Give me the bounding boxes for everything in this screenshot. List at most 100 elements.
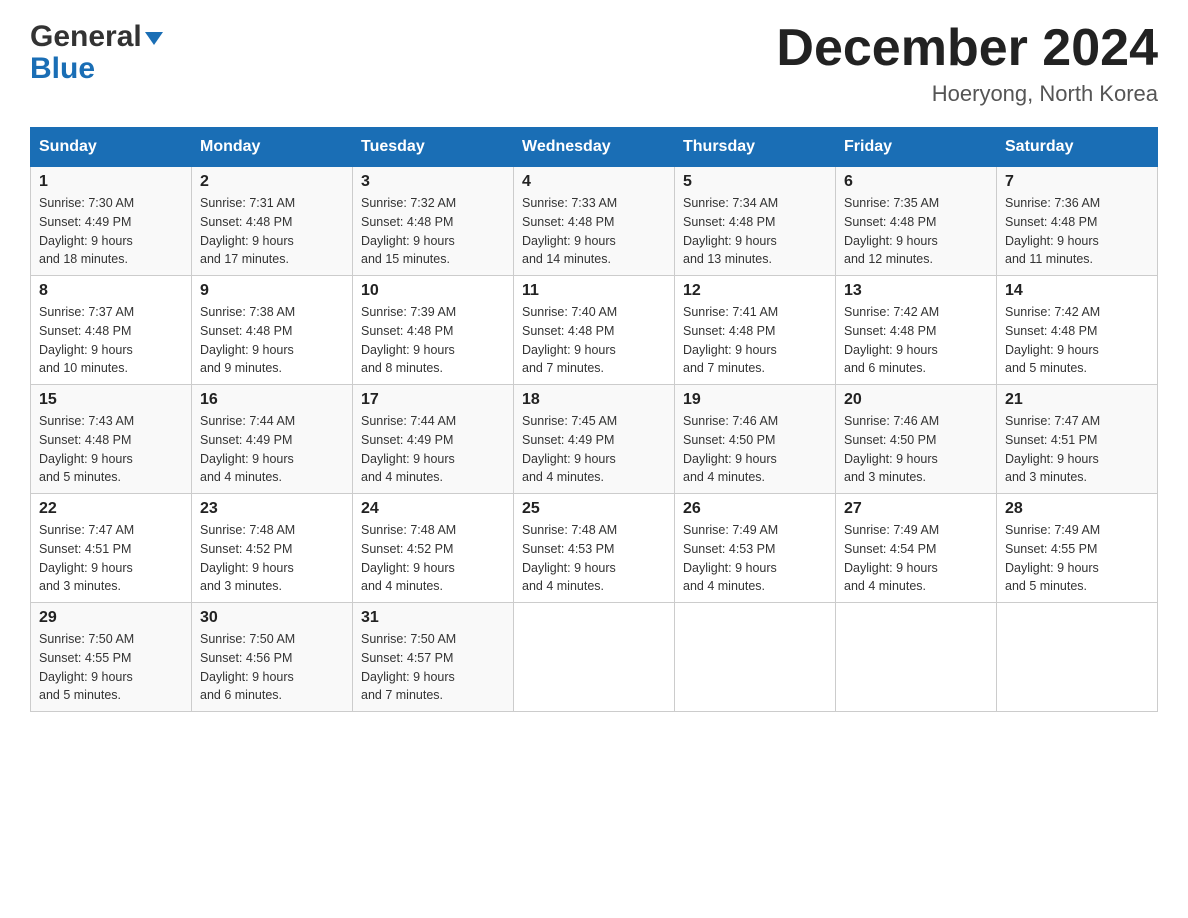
day-sun-info: Sunrise: 7:50 AMSunset: 4:56 PMDaylight:… [200, 630, 344, 705]
day-number: 29 [39, 609, 183, 627]
day-number: 20 [844, 391, 988, 409]
calendar-day-cell: 29 Sunrise: 7:50 AMSunset: 4:55 PMDayligh… [31, 603, 192, 712]
day-sun-info: Sunrise: 7:37 AMSunset: 4:48 PMDaylight:… [39, 303, 183, 378]
calendar-day-cell: 25 Sunrise: 7:48 AMSunset: 4:53 PMDayligh… [514, 494, 675, 603]
day-number: 18 [522, 391, 666, 409]
calendar-day-cell: 19 Sunrise: 7:46 AMSunset: 4:50 PMDayligh… [675, 385, 836, 494]
day-sun-info: Sunrise: 7:49 AMSunset: 4:55 PMDaylight:… [1005, 521, 1149, 596]
day-number: 26 [683, 500, 827, 518]
day-number: 30 [200, 609, 344, 627]
calendar-day-cell: 1Sunrise: 7:30 AMSunset: 4:49 PMDaylight… [31, 167, 192, 276]
calendar-day-cell: 21 Sunrise: 7:47 AMSunset: 4:51 PMDayligh… [997, 385, 1158, 494]
month-title: December 2024 [776, 20, 1158, 77]
calendar-day-cell: 16 Sunrise: 7:44 AMSunset: 4:49 PMDayligh… [192, 385, 353, 494]
calendar-day-cell: 11Sunrise: 7:40 AMSunset: 4:48 PMDayligh… [514, 276, 675, 385]
location-subtitle: Hoeryong, North Korea [776, 81, 1158, 107]
day-number: 21 [1005, 391, 1149, 409]
day-sun-info: Sunrise: 7:50 AMSunset: 4:55 PMDaylight:… [39, 630, 183, 705]
calendar-table: SundayMondayTuesdayWednesdayThursdayFrid… [30, 127, 1158, 712]
day-sun-info: Sunrise: 7:45 AMSunset: 4:49 PMDaylight:… [522, 412, 666, 487]
day-sun-info: Sunrise: 7:35 AMSunset: 4:48 PMDaylight:… [844, 194, 988, 269]
day-number: 12 [683, 282, 827, 300]
day-sun-info: Sunrise: 7:36 AMSunset: 4:48 PMDaylight:… [1005, 194, 1149, 269]
day-number: 17 [361, 391, 505, 409]
day-number: 14 [1005, 282, 1149, 300]
calendar-week-row: 1Sunrise: 7:30 AMSunset: 4:49 PMDaylight… [31, 167, 1158, 276]
calendar-day-cell: 27 Sunrise: 7:49 AMSunset: 4:54 PMDayligh… [836, 494, 997, 603]
day-number: 5 [683, 173, 827, 191]
title-block: December 2024 Hoeryong, North Korea [776, 20, 1158, 107]
day-number: 19 [683, 391, 827, 409]
logo: General Blue [30, 20, 163, 84]
day-number: 25 [522, 500, 666, 518]
calendar-day-cell: 6 Sunrise: 7:35 AMSunset: 4:48 PMDaylight… [836, 167, 997, 276]
day-sun-info: Sunrise: 7:44 AMSunset: 4:49 PMDaylight:… [200, 412, 344, 487]
day-sun-info: Sunrise: 7:48 AMSunset: 4:53 PMDaylight:… [522, 521, 666, 596]
calendar-day-cell: 15 Sunrise: 7:43 AMSunset: 4:48 PMDayligh… [31, 385, 192, 494]
calendar-day-cell: 23 Sunrise: 7:48 AMSunset: 4:52 PMDayligh… [192, 494, 353, 603]
day-sun-info: Sunrise: 7:39 AMSunset: 4:48 PMDaylight:… [361, 303, 505, 378]
day-sun-info: Sunrise: 7:31 AMSunset: 4:48 PMDaylight:… [200, 194, 344, 269]
calendar-day-cell: 18 Sunrise: 7:45 AMSunset: 4:49 PMDayligh… [514, 385, 675, 494]
calendar-day-cell: 4 Sunrise: 7:33 AMSunset: 4:48 PMDaylight… [514, 167, 675, 276]
day-sun-info: Sunrise: 7:42 AMSunset: 4:48 PMDaylight:… [1005, 303, 1149, 378]
calendar-day-cell: 10Sunrise: 7:39 AMSunset: 4:48 PMDayligh… [353, 276, 514, 385]
day-sun-info: Sunrise: 7:42 AMSunset: 4:48 PMDaylight:… [844, 303, 988, 378]
day-sun-info: Sunrise: 7:33 AMSunset: 4:48 PMDaylight:… [522, 194, 666, 269]
day-number: 7 [1005, 173, 1149, 191]
day-sun-info: Sunrise: 7:30 AMSunset: 4:49 PMDaylight:… [39, 194, 183, 269]
weekday-header-thursday: Thursday [675, 128, 836, 167]
calendar-day-cell: 8 Sunrise: 7:37 AMSunset: 4:48 PMDaylight… [31, 276, 192, 385]
logo-triangle-icon [145, 32, 163, 45]
day-sun-info: Sunrise: 7:47 AMSunset: 4:51 PMDaylight:… [39, 521, 183, 596]
day-number: 2 [200, 173, 344, 191]
day-number: 6 [844, 173, 988, 191]
day-number: 31 [361, 609, 505, 627]
calendar-day-cell [836, 603, 997, 712]
day-sun-info: Sunrise: 7:47 AMSunset: 4:51 PMDaylight:… [1005, 412, 1149, 487]
day-sun-info: Sunrise: 7:38 AMSunset: 4:48 PMDaylight:… [200, 303, 344, 378]
day-sun-info: Sunrise: 7:46 AMSunset: 4:50 PMDaylight:… [683, 412, 827, 487]
logo-general-text: General [30, 20, 142, 54]
logo-blue-text: Blue [30, 54, 95, 84]
calendar-day-cell: 5 Sunrise: 7:34 AMSunset: 4:48 PMDaylight… [675, 167, 836, 276]
weekday-header-saturday: Saturday [997, 128, 1158, 167]
calendar-day-cell [997, 603, 1158, 712]
day-number: 8 [39, 282, 183, 300]
weekday-header-sunday: Sunday [31, 128, 192, 167]
day-number: 11 [522, 282, 666, 300]
day-sun-info: Sunrise: 7:50 AMSunset: 4:57 PMDaylight:… [361, 630, 505, 705]
day-number: 28 [1005, 500, 1149, 518]
calendar-week-row: 22Sunrise: 7:47 AMSunset: 4:51 PMDayligh… [31, 494, 1158, 603]
calendar-day-cell: 24Sunrise: 7:48 AMSunset: 4:52 PMDayligh… [353, 494, 514, 603]
calendar-day-cell: 9 Sunrise: 7:38 AMSunset: 4:48 PMDaylight… [192, 276, 353, 385]
day-number: 27 [844, 500, 988, 518]
day-sun-info: Sunrise: 7:48 AMSunset: 4:52 PMDaylight:… [361, 521, 505, 596]
day-number: 4 [522, 173, 666, 191]
calendar-week-row: 8 Sunrise: 7:37 AMSunset: 4:48 PMDaylight… [31, 276, 1158, 385]
weekday-header-monday: Monday [192, 128, 353, 167]
day-sun-info: Sunrise: 7:46 AMSunset: 4:50 PMDaylight:… [844, 412, 988, 487]
calendar-day-cell [675, 603, 836, 712]
calendar-week-row: 15 Sunrise: 7:43 AMSunset: 4:48 PMDayligh… [31, 385, 1158, 494]
calendar-day-cell: 7 Sunrise: 7:36 AMSunset: 4:48 PMDaylight… [997, 167, 1158, 276]
calendar-day-cell: 26 Sunrise: 7:49 AMSunset: 4:53 PMDayligh… [675, 494, 836, 603]
day-number: 15 [39, 391, 183, 409]
day-sun-info: Sunrise: 7:34 AMSunset: 4:48 PMDaylight:… [683, 194, 827, 269]
day-sun-info: Sunrise: 7:44 AMSunset: 4:49 PMDaylight:… [361, 412, 505, 487]
day-number: 23 [200, 500, 344, 518]
calendar-day-cell: 17 Sunrise: 7:44 AMSunset: 4:49 PMDayligh… [353, 385, 514, 494]
day-sun-info: Sunrise: 7:49 AMSunset: 4:53 PMDaylight:… [683, 521, 827, 596]
page-header: General Blue December 2024 Hoeryong, Nor… [30, 20, 1158, 107]
day-sun-info: Sunrise: 7:43 AMSunset: 4:48 PMDaylight:… [39, 412, 183, 487]
day-sun-info: Sunrise: 7:41 AMSunset: 4:48 PMDaylight:… [683, 303, 827, 378]
weekday-header-tuesday: Tuesday [353, 128, 514, 167]
weekday-header-row: SundayMondayTuesdayWednesdayThursdayFrid… [31, 128, 1158, 167]
day-sun-info: Sunrise: 7:48 AMSunset: 4:52 PMDaylight:… [200, 521, 344, 596]
day-number: 9 [200, 282, 344, 300]
calendar-day-cell: 2 Sunrise: 7:31 AMSunset: 4:48 PMDaylight… [192, 167, 353, 276]
day-sun-info: Sunrise: 7:49 AMSunset: 4:54 PMDaylight:… [844, 521, 988, 596]
calendar-day-cell: 22Sunrise: 7:47 AMSunset: 4:51 PMDayligh… [31, 494, 192, 603]
calendar-day-cell: 20 Sunrise: 7:46 AMSunset: 4:50 PMDayligh… [836, 385, 997, 494]
day-number: 16 [200, 391, 344, 409]
